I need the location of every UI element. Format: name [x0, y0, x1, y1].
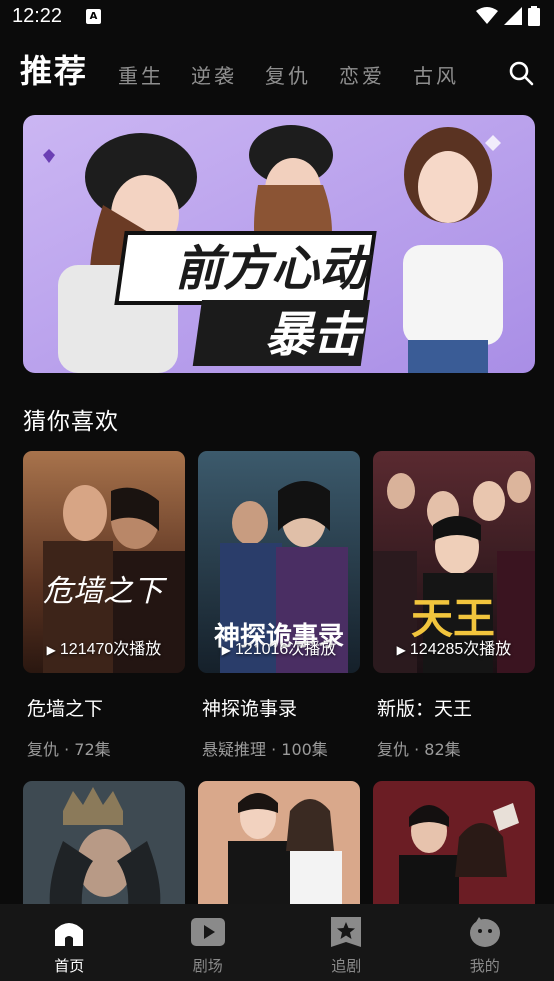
tab-ancient-style[interactable]: 古风: [413, 60, 459, 89]
status-icons: [476, 6, 540, 26]
drama-poster[interactable]: 天王 ▶ 124285次播放: [373, 451, 535, 673]
drama-poster[interactable]: 危墙之下 ▶ 121470次播放: [23, 451, 185, 673]
play-count: ▶ 121016次播放: [221, 641, 337, 658]
drama-card[interactable]: 天王 ▶ 124285次播放 新版：天王 复仇 · 82集: [373, 451, 535, 759]
nav-home[interactable]: 首页: [0, 904, 139, 981]
wifi-icon: [476, 7, 498, 24]
poster-artwork: [198, 781, 360, 904]
drama-poster[interactable]: [373, 781, 535, 904]
featured-banner[interactable]: 前方心动 暴击: [23, 115, 535, 373]
poster-title-text: 危墙之下: [43, 574, 168, 609]
app-notification-icon: A: [86, 9, 101, 24]
drama-poster[interactable]: [23, 781, 185, 904]
top-navigation: 推荐 重生 逆袭 复仇 恋爱 古风: [0, 34, 554, 104]
nav-following-label: 追剧: [331, 957, 362, 975]
page-title: 推荐: [20, 52, 89, 90]
play-count-value: 121470次播放: [59, 641, 162, 658]
bottom-navigation: 首页 剧场 追剧 我的: [0, 904, 554, 981]
home-icon: [55, 923, 84, 946]
tab-revenge[interactable]: 复仇: [265, 60, 311, 89]
poster-artwork: [373, 781, 535, 904]
profile-icon: [469, 917, 500, 947]
search-icon[interactable]: [508, 60, 534, 86]
nav-profile-label: 我的: [469, 957, 500, 975]
status-time: 12:22: [12, 5, 63, 27]
star-icon: [331, 917, 362, 947]
section-title-recommend: 猜你喜欢: [23, 409, 119, 435]
drama-meta: 复仇 · 82集: [377, 740, 461, 759]
play-icon: [190, 918, 225, 946]
play-count-value: 121016次播放: [234, 641, 337, 658]
drama-poster[interactable]: [198, 781, 360, 904]
poster-artwork: [23, 781, 185, 904]
play-count: ▶ 124285次播放: [396, 641, 512, 658]
tab-rebirth[interactable]: 重生: [118, 60, 164, 89]
drama-meta: 悬疑推理 · 100集: [202, 740, 328, 759]
drama-card[interactable]: 危墙之下 ▶ 121470次播放 危墙之下 复仇 · 72集: [23, 451, 185, 759]
drama-meta: 复仇 · 72集: [27, 740, 111, 759]
nav-home-label: 首页: [54, 957, 85, 975]
drama-card[interactable]: 神探诡事录 ▶ 121016次播放 神探诡事录 悬疑推理 · 100集: [198, 451, 360, 759]
status-bar: 12:22 A: [0, 0, 554, 34]
tab-counterattack[interactable]: 逆袭: [191, 60, 237, 89]
banner-title-line2: 暴击: [265, 307, 365, 363]
drama-title[interactable]: 危墙之下: [27, 694, 103, 721]
nav-following[interactable]: 追剧: [277, 904, 416, 981]
drama-title[interactable]: 神探诡事录: [202, 694, 297, 721]
drama-title[interactable]: 新版：天王: [377, 694, 472, 721]
battery-icon: [528, 6, 540, 26]
play-count: ▶ 121470次播放: [46, 641, 162, 658]
nav-profile[interactable]: 我的: [416, 904, 554, 981]
nav-theater-label: 剧场: [192, 957, 223, 975]
drama-poster[interactable]: 神探诡事录 ▶ 121016次播放: [198, 451, 360, 673]
tab-romance[interactable]: 恋爱: [339, 60, 385, 89]
nav-theater[interactable]: 剧场: [139, 904, 278, 981]
banner-artwork: 前方心动 暴击: [23, 115, 535, 373]
signal-icon: [504, 7, 522, 25]
content-area: 前方心动 暴击 猜你喜欢 危墙之下 ▶ 121470次播放 危墙之下 复仇 · …: [0, 104, 554, 904]
play-count-value: 124285次播放: [409, 641, 512, 658]
banner-title-line1: 前方心动: [175, 241, 373, 297]
